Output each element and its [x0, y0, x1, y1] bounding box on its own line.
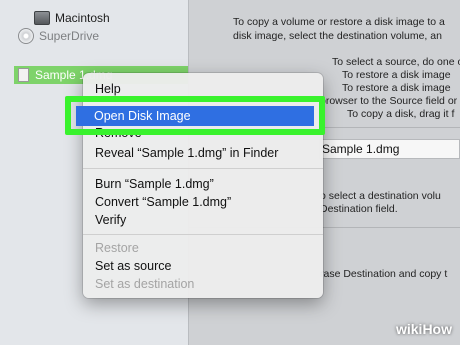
instruction-line: To restore a disk image: [342, 69, 451, 81]
instruction-line: To copy a volume or restore a disk image…: [233, 16, 445, 28]
menu-item-verify[interactable]: Verify: [95, 212, 126, 228]
menu-item-open-disk-image[interactable]: Open Disk Image: [76, 106, 314, 126]
instruction-line: disk image, select the destination volum…: [233, 30, 442, 42]
disk-icon: [34, 11, 50, 25]
sidebar-item-label: Macintosh: [55, 11, 110, 25]
menu-separator: [83, 168, 323, 169]
menu-item-restore: Restore: [95, 241, 139, 255]
instruction-line: To copy a disk, drag it f: [347, 108, 455, 120]
menu-item-burn[interactable]: Burn “Sample 1.dmg”: [95, 176, 214, 192]
menu-separator: [83, 234, 323, 235]
menu-item-help[interactable]: Help: [95, 81, 121, 97]
menu-item-convert[interactable]: Convert “Sample 1.dmg”: [95, 194, 231, 210]
instruction-line: browser to the Source field or: [320, 95, 458, 107]
sidebar-item-macintosh[interactable]: Macintosh: [34, 8, 110, 28]
instruction-line: rase Destination and copy t: [320, 268, 448, 280]
instruction-line: To restore a disk image: [342, 82, 451, 94]
menu-item-set-as-source[interactable]: Set as source: [95, 258, 171, 274]
sidebar-item-label: SuperDrive: [39, 29, 100, 43]
menu-item-reveal-in-finder[interactable]: Reveal “Sample 1.dmg” in Finder: [95, 145, 278, 161]
file-icon: [18, 68, 29, 82]
disc-icon: [18, 28, 34, 44]
menu-item-set-as-destination: Set as destination: [95, 277, 195, 291]
instruction-line: To select a source, do one of: [332, 56, 460, 68]
wikihow-watermark: wikiHow: [395, 321, 452, 337]
menu-item-label: Open Disk Image: [94, 109, 191, 123]
instruction-line: Destination field.: [320, 203, 398, 215]
sidebar-item-superdrive[interactable]: SuperDrive: [18, 26, 99, 46]
instruction-line: o select a destination volu: [320, 190, 441, 202]
source-field[interactable]: Sample 1.dmg: [319, 139, 460, 159]
